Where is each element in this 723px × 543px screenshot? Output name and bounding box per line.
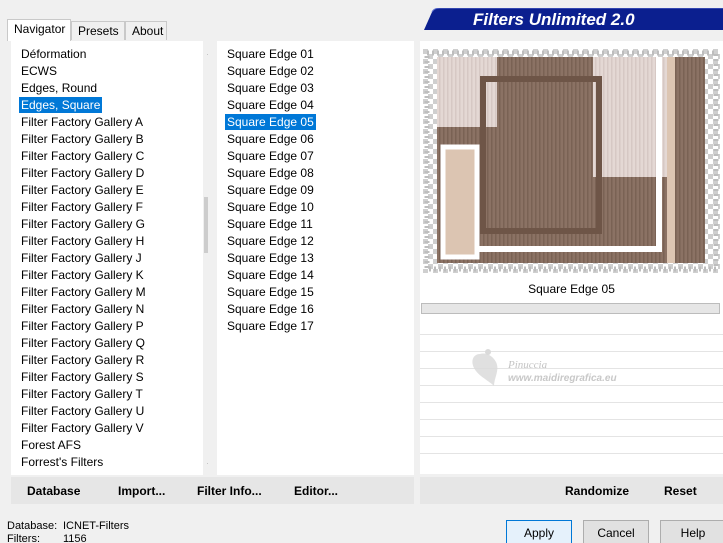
app-banner: Filters Unlimited 2.0 bbox=[424, 8, 723, 30]
status-filters-label: Filters: bbox=[7, 533, 40, 543]
filter-list-item[interactable]: Square Edge 12 bbox=[225, 233, 316, 249]
category-list-item[interactable]: Filter Factory Gallery B bbox=[19, 131, 146, 147]
watermark-name: Pinuccia bbox=[507, 359, 548, 371]
filter-list-item[interactable]: Square Edge 14 bbox=[225, 267, 316, 283]
reset-button[interactable]: Reset bbox=[664, 484, 697, 498]
filter-list-item[interactable]: Square Edge 03 bbox=[225, 80, 316, 96]
banner-title: Filters Unlimited 2.0 bbox=[473, 10, 635, 29]
category-list-item[interactable]: Filter Factory Gallery V bbox=[19, 420, 146, 436]
cancel-button[interactable]: Cancel bbox=[583, 520, 649, 543]
status-filters: Filters: 1156 bbox=[7, 533, 87, 543]
category-list-item[interactable]: Filter Factory Gallery P bbox=[19, 318, 146, 334]
filter-list-item[interactable]: Square Edge 13 bbox=[225, 250, 316, 266]
watermark: Pinuccia www.maidiregrafica.eu bbox=[472, 349, 617, 386]
category-list-item[interactable]: Edges, Round bbox=[19, 80, 99, 96]
category-list-item[interactable]: Filter Factory Gallery Q bbox=[19, 335, 147, 351]
category-list-item[interactable]: Filter Factory Gallery U bbox=[19, 403, 146, 419]
filter-list-item[interactable]: Square Edge 11 bbox=[225, 216, 315, 232]
category-list-item[interactable]: Filter Factory Gallery A bbox=[19, 114, 145, 130]
category-list-item[interactable]: Filter Factory Gallery R bbox=[19, 352, 146, 368]
help-button[interactable]: Help bbox=[660, 520, 723, 543]
filter-list-item[interactable]: Square Edge 15 bbox=[225, 284, 316, 300]
preview-filter-name: Square Edge 05 bbox=[528, 282, 615, 296]
tab-presets-label: Presets bbox=[78, 24, 119, 38]
category-list-item[interactable]: Déformation bbox=[19, 46, 88, 62]
category-list-item[interactable]: Filter Factory Gallery E bbox=[19, 182, 146, 198]
category-list-item[interactable]: Filter Factory Gallery G bbox=[19, 216, 147, 232]
filter-list-item[interactable]: Square Edge 09 bbox=[225, 182, 316, 198]
filter-list[interactable]: Square Edge 01 Square Edge 02 Square Edge … bbox=[217, 41, 414, 475]
preview-panel: Square Edge 05 Pinuccia www.maidiregrafi… bbox=[420, 41, 723, 474]
tab-presets[interactable]: Presets bbox=[71, 21, 125, 40]
category-list-item[interactable]: Filter Factory Gallery N bbox=[19, 301, 146, 317]
category-list-item[interactable]: Filter Factory Gallery J bbox=[19, 250, 144, 266]
category-list-item[interactable]: Filter Factory Gallery K bbox=[19, 267, 146, 283]
chevron-down-icon[interactable] bbox=[203, 457, 208, 473]
category-list-item[interactable]: Filter Factory Gallery C bbox=[19, 148, 146, 164]
status-database-label: Database: bbox=[7, 520, 58, 532]
filter-list-item[interactable]: Square Edge 04 bbox=[225, 97, 316, 113]
parameter-area: Pinuccia www.maidiregrafica.eu bbox=[420, 334, 723, 474]
filter-list-item[interactable]: Square Edge 16 bbox=[225, 301, 316, 317]
chevron-up-icon[interactable] bbox=[203, 45, 208, 61]
status-filters-value: 1156 bbox=[63, 533, 87, 543]
category-list-item[interactable]: Edges, Square bbox=[19, 97, 103, 113]
randomize-button[interactable]: Randomize bbox=[565, 484, 629, 498]
category-list[interactable]: Déformation ECWS Edges, Round Edges, Square… bbox=[11, 41, 208, 475]
category-list-item[interactable]: Forest AFS bbox=[19, 437, 83, 453]
category-list-item[interactable]: Forrest's Filters bbox=[19, 454, 105, 470]
category-list-item[interactable]: Filter Factory Gallery H bbox=[19, 233, 146, 249]
category-list-item[interactable]: Filter Factory Gallery T bbox=[19, 386, 145, 402]
database-button[interactable]: Database bbox=[27, 484, 80, 498]
filter-info-button[interactable]: Filter Info... bbox=[197, 484, 262, 498]
navigator-toolbar: Database Import... Filter Info... Editor… bbox=[11, 477, 414, 504]
editor-button[interactable]: Editor... bbox=[294, 484, 338, 498]
filter-list-item[interactable]: Square Edge 02 bbox=[225, 63, 316, 79]
filter-list-item[interactable]: Square Edge 08 bbox=[225, 165, 316, 181]
category-list-item[interactable]: Filter Factory Gallery F bbox=[19, 199, 145, 215]
apply-button[interactable]: Apply bbox=[506, 520, 572, 543]
filter-list-item[interactable]: Square Edge 10 bbox=[225, 199, 316, 215]
preview-toolbar: Randomize Reset bbox=[420, 477, 723, 504]
filter-list-item[interactable]: Square Edge 07 bbox=[225, 148, 316, 164]
tab-navigator-label: Navigator bbox=[14, 22, 66, 36]
filter-list-item[interactable]: Square Edge 01 bbox=[225, 46, 316, 62]
tab-about-label: About bbox=[132, 24, 164, 38]
category-list-item[interactable]: Filter Factory Gallery M bbox=[19, 284, 148, 300]
category-scrollbar[interactable] bbox=[203, 41, 208, 475]
import-button[interactable]: Import... bbox=[118, 484, 165, 498]
category-scroll-thumb[interactable] bbox=[204, 197, 208, 253]
progress-bar bbox=[421, 303, 720, 314]
category-list-item[interactable]: ECWS bbox=[19, 63, 59, 79]
status-database: Database: ICNET-Filters bbox=[7, 520, 129, 532]
watermark-url: www.maidiregrafica.eu bbox=[508, 373, 617, 384]
category-list-item[interactable]: Filter Factory Gallery S bbox=[19, 369, 146, 385]
filter-list-item[interactable]: Square Edge 17 bbox=[225, 318, 316, 334]
filter-preview-image[interactable] bbox=[423, 49, 720, 273]
tab-about[interactable]: About bbox=[125, 21, 167, 40]
tab-navigator[interactable]: Navigator bbox=[7, 19, 71, 41]
filter-list-item[interactable]: Square Edge 05 bbox=[225, 114, 316, 130]
category-list-item[interactable]: Filter Factory Gallery D bbox=[19, 165, 146, 181]
status-database-value: ICNET-Filters bbox=[63, 520, 129, 532]
filter-list-item[interactable]: Square Edge 06 bbox=[225, 131, 316, 147]
